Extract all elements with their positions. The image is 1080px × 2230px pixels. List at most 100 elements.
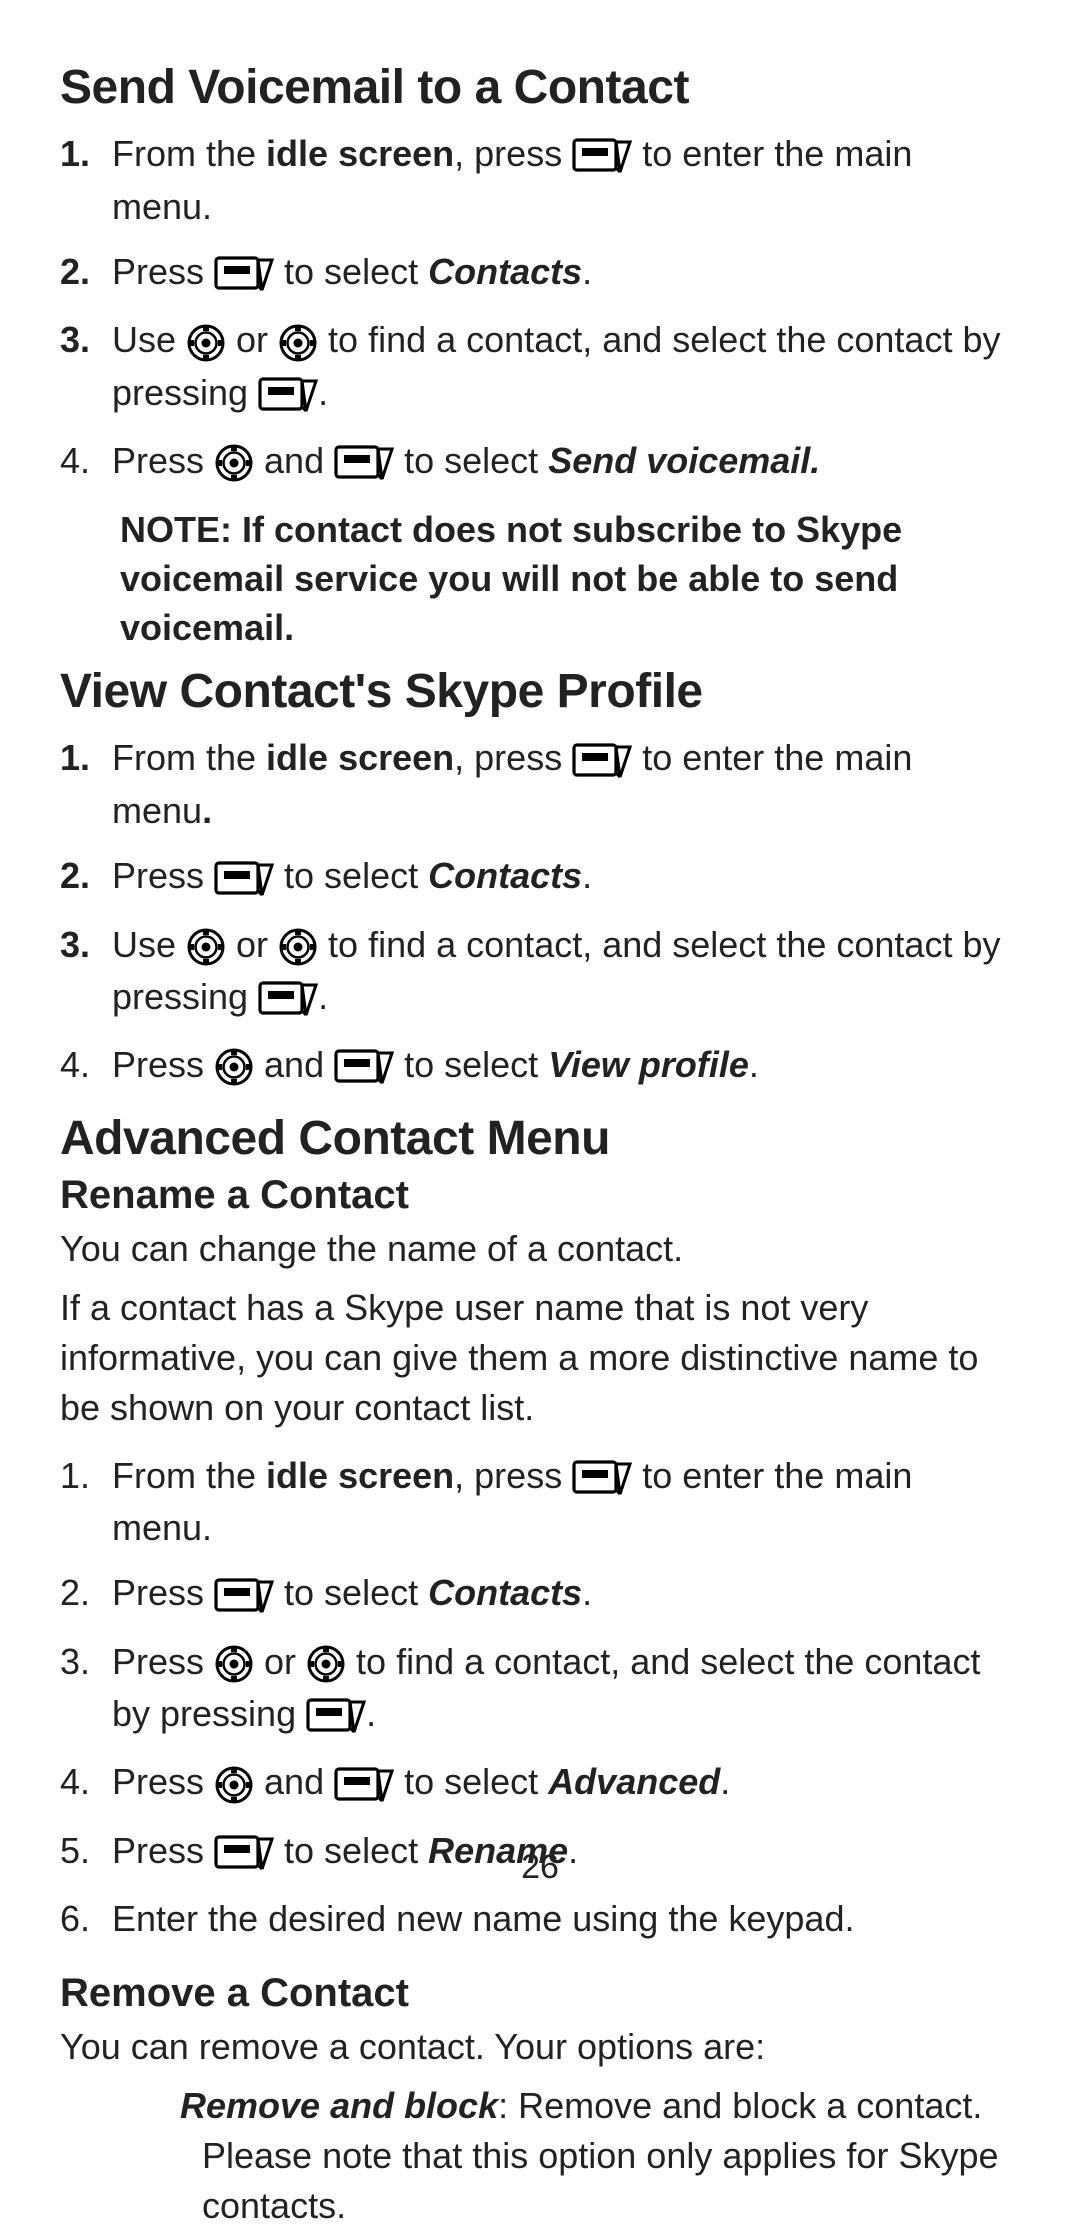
nav-icon — [214, 1636, 254, 1686]
text: and — [254, 1044, 334, 1085]
subheading-remove: Remove a Contact — [60, 1970, 1020, 2016]
step: 1. From the idle screen, press to enter … — [60, 121, 1020, 239]
step: 4. Press and to select Advanced. — [60, 1749, 1020, 1817]
text-bold: . — [202, 790, 212, 831]
text: . — [366, 1693, 376, 1734]
step: 1. From the idle screen, press to enter … — [60, 725, 1020, 843]
nav-icon — [278, 919, 318, 969]
text-bold: idle screen — [266, 133, 454, 174]
softkey-icon — [334, 436, 394, 486]
step: 3. Use or to find a contact, and select … — [60, 912, 1020, 1033]
text: From the — [112, 737, 266, 778]
softkey-icon — [214, 851, 274, 901]
option-item: Remove and block: Remove and block a con… — [142, 2081, 1020, 2230]
heading-send-voicemail: Send Voicemail to a Contact — [60, 60, 1020, 115]
step-number: 4. — [60, 1040, 102, 1090]
step: 6. Enter the desired new name using the … — [60, 1886, 1020, 1952]
nav-icon — [214, 1757, 254, 1807]
text-bold: idle screen — [266, 1455, 454, 1496]
text: Press — [112, 1044, 214, 1085]
manual-page: Send Voicemail to a Contact 1. From the … — [0, 0, 1080, 2230]
step: 4. Press and to select Send voicemail. — [60, 428, 1020, 496]
text: or — [226, 319, 278, 360]
step-number: 3. — [60, 315, 102, 365]
step: 2. Press to select Contacts. — [60, 1560, 1020, 1628]
softkey-icon — [572, 1450, 632, 1500]
steps-send-voicemail: 1. From the idle screen, press to enter … — [60, 121, 1020, 496]
step: 3. Press or to find a contact, and selec… — [60, 1629, 1020, 1750]
softkey-icon — [214, 1568, 274, 1618]
text: to select — [274, 1572, 428, 1613]
nav-icon — [214, 1040, 254, 1090]
text: , press — [454, 133, 572, 174]
step: 3. Use or to find a contact, and select … — [60, 307, 1020, 428]
softkey-icon — [306, 1689, 366, 1739]
step-number: 1. — [60, 1451, 102, 1501]
step-number: 4. — [60, 436, 102, 486]
text: . — [720, 1761, 730, 1802]
text-bolditalic: View profile — [548, 1044, 749, 1085]
text: Press — [112, 855, 214, 896]
text: Press — [112, 1641, 214, 1682]
step-number: 2. — [60, 1568, 102, 1618]
text: to select — [274, 251, 428, 292]
text: , press — [454, 1455, 572, 1496]
text: , press — [454, 737, 572, 778]
softkey-icon — [572, 129, 632, 179]
paragraph: You can remove a contact. Your options a… — [60, 2022, 1020, 2072]
text: to select — [394, 1761, 548, 1802]
step: 4. Press and to select View profile. — [60, 1032, 1020, 1100]
text-bolditalic: Contacts — [428, 1572, 582, 1613]
text: . — [582, 855, 592, 896]
step: 2. Press to select Contacts. — [60, 843, 1020, 911]
step-number: 4. — [60, 1757, 102, 1807]
softkey-icon — [258, 367, 318, 417]
step-number: 3. — [60, 1637, 102, 1687]
paragraph: You can change the name of a contact. — [60, 1224, 1020, 1274]
text-bolditalic: Remove and block — [180, 2085, 498, 2126]
text: to select — [274, 855, 428, 896]
nav-icon — [186, 919, 226, 969]
step-number: 2. — [60, 851, 102, 901]
text: From the — [112, 133, 266, 174]
text: to select — [394, 440, 548, 481]
text: Use — [112, 319, 186, 360]
text: Press — [112, 440, 214, 481]
heading-view-profile: View Contact's Skype Profile — [60, 664, 1020, 719]
step: 1. From the idle screen, press to enter … — [60, 1443, 1020, 1561]
paragraph: If a contact has a Skype user name that … — [60, 1283, 1020, 1432]
page-number: 26 — [0, 1848, 1080, 1887]
text: Press — [112, 1572, 214, 1613]
steps-view-profile: 1. From the idle screen, press to enter … — [60, 725, 1020, 1100]
text-bolditalic: Contacts — [428, 855, 582, 896]
text: From the — [112, 1455, 266, 1496]
text: . — [749, 1044, 759, 1085]
step: 2. Press to select Contacts. — [60, 239, 1020, 307]
step-number: 6. — [60, 1894, 102, 1944]
step-number: 3. — [60, 920, 102, 970]
text: and — [254, 1761, 334, 1802]
text: Enter the desired new name using the key… — [112, 1898, 854, 1939]
note-text: NOTE: If contact does not subscribe to S… — [120, 506, 1020, 652]
softkey-icon — [214, 247, 274, 297]
nav-icon — [306, 1636, 346, 1686]
step-number: 2. — [60, 247, 102, 297]
step-number: 1. — [60, 129, 102, 179]
softkey-icon — [334, 1757, 394, 1807]
text: Press — [112, 251, 214, 292]
text: . — [318, 372, 328, 413]
step-number: 1. — [60, 733, 102, 783]
nav-icon — [214, 436, 254, 486]
text: and — [254, 440, 334, 481]
text: or — [254, 1641, 306, 1682]
text-bold: idle screen — [266, 737, 454, 778]
text: Press — [112, 1761, 214, 1802]
text: or — [226, 924, 278, 965]
text-bolditalic: Send voicemail. — [548, 440, 820, 481]
nav-icon — [278, 315, 318, 365]
softkey-icon — [258, 972, 318, 1022]
text: to select — [394, 1044, 548, 1085]
subheading-rename: Rename a Contact — [60, 1172, 1020, 1218]
text: . — [582, 1572, 592, 1613]
text: . — [318, 976, 328, 1017]
